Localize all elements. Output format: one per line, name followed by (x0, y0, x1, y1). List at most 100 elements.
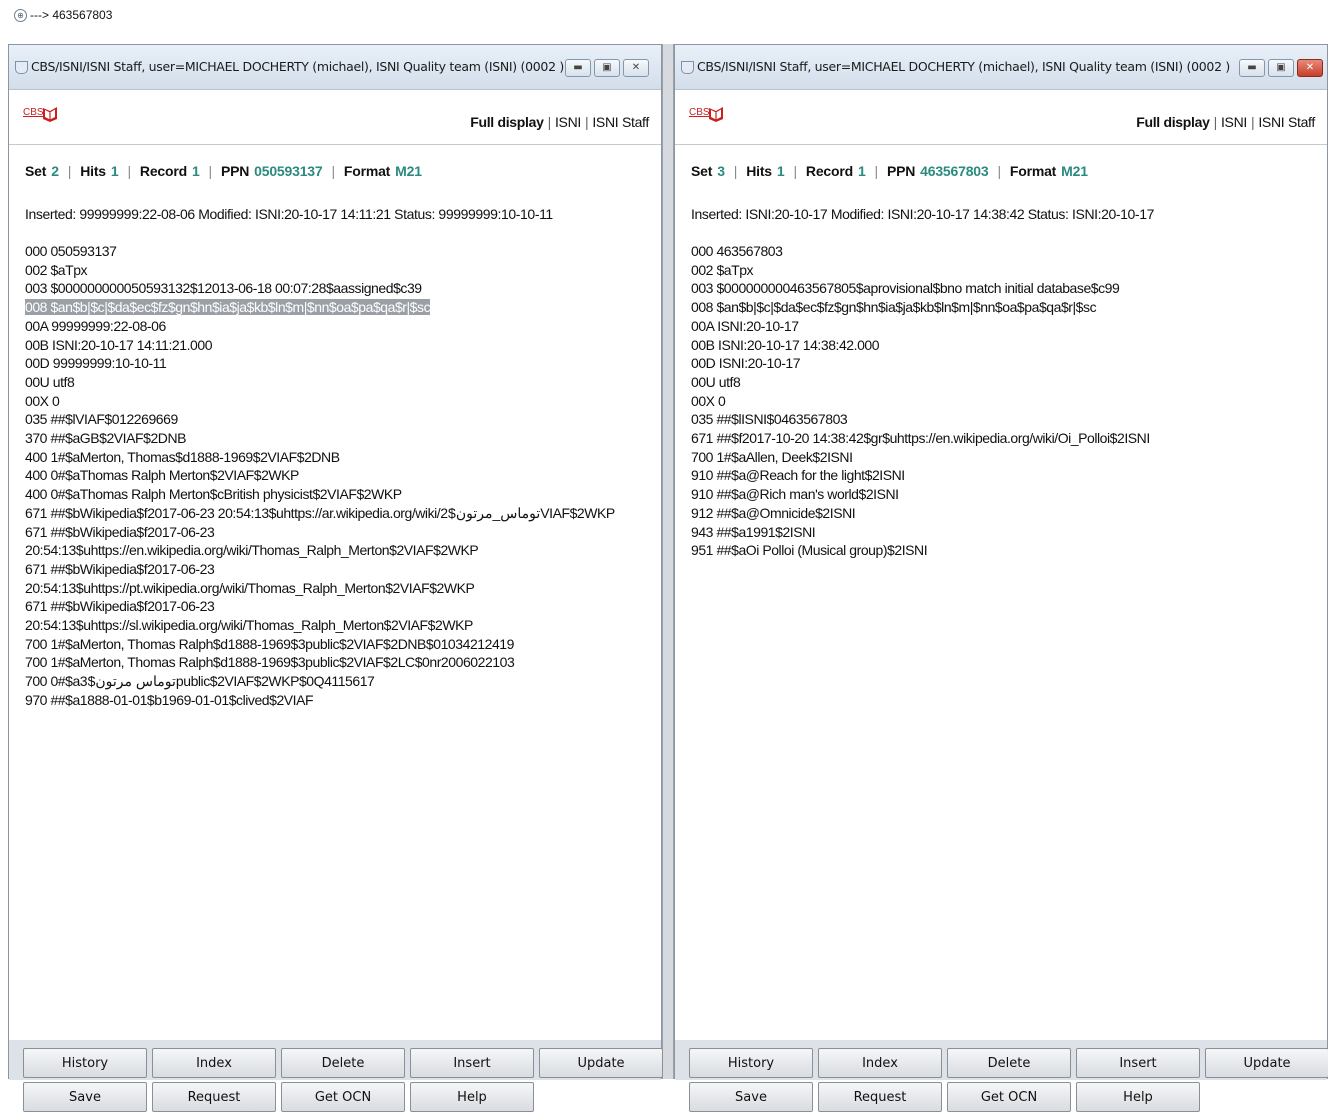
display-header: CBS Full display | ISNI | ISNI Staff (675, 90, 1327, 145)
record-field-line[interactable]: 20:54:13$uhttps://pt.wikipedia.org/wiki/… (25, 579, 653, 598)
command-bar: ⊕ ---> 463567803 (0, 0, 1328, 44)
delete-button[interactable]: Delete (947, 1048, 1071, 1078)
record-display: CBS Full display | ISNI | ISNI Staff Set 3 | Hi… (675, 90, 1327, 1040)
record-field-line[interactable]: 00X 0 (691, 392, 1319, 411)
insert-button[interactable]: Insert (1076, 1048, 1200, 1078)
record-field-text: 671 ##$bWikipedia$f2017-06-23 (25, 598, 215, 615)
record-field-line[interactable]: 00X 0 (25, 392, 653, 411)
save-button[interactable]: Save (689, 1082, 813, 1112)
record-field-line[interactable]: 00D 99999999:10-10-11 (25, 354, 653, 373)
help-button[interactable]: Help (410, 1082, 534, 1112)
record-field-line[interactable]: 700 1#$aMerton, Thomas Ralph$d1888-1969$… (25, 653, 653, 672)
record-field-line[interactable]: 370 ##$aGB$2VIAF$2DNB (25, 429, 653, 448)
update-button[interactable]: Update (1205, 1048, 1328, 1078)
window-titlebar[interactable]: CBS/ISNI/ISNI Staff, user=MICHAEL DOCHER… (9, 45, 661, 90)
nav-isni-staff[interactable]: ISNI Staff (592, 114, 649, 130)
delete-button[interactable]: Delete (281, 1048, 405, 1078)
nav-isni-staff[interactable]: ISNI Staff (1258, 114, 1315, 130)
record-status-line: Set 3 | Hits 1 | Record 1 | PPN 463567803 | Format M2… (691, 163, 1088, 179)
record-field-line[interactable]: 943 ##$a1991$2ISNI (691, 523, 1319, 542)
history-button[interactable]: History (23, 1048, 147, 1078)
command-readout[interactable]: ⊕ ---> 463567803 (14, 8, 112, 22)
help-button[interactable]: Help (1076, 1082, 1200, 1112)
update-button[interactable]: Update (539, 1048, 663, 1078)
split-divider[interactable] (662, 44, 674, 1079)
record-field-text: 00D 99999999:10-10-11 (25, 355, 167, 372)
record-field-line[interactable]: 00A ISNI:20-10-17 (691, 317, 1319, 336)
record-field-line[interactable]: 00A 99999999:22-08-06 (25, 317, 653, 336)
record-field-line[interactable]: 003 $000000000050593132$12013-06-18 00:0… (25, 279, 653, 298)
minimize-icon[interactable]: ▬ (1239, 59, 1265, 77)
window-titlebar[interactable]: CBS/ISNI/ISNI Staff, user=MICHAEL DOCHER… (675, 45, 1327, 90)
record-field-line[interactable]: 000 050593137 (25, 242, 653, 261)
window-controls: ▬ ▣ ✕ (565, 59, 649, 77)
record-field-line[interactable]: 20:54:13$uhttps://sl.wikipedia.org/wiki/… (25, 616, 653, 635)
request-button[interactable]: Request (818, 1082, 942, 1112)
record-field-line[interactable]: 008 $an$b|$c|$da$ec$fz$gn$hn$ia$ja$kb$ln… (691, 298, 1319, 317)
record-field-line[interactable]: 671 ##$bWikipedia$f2017-06-23 (25, 523, 653, 542)
record-field-line[interactable]: 002 $aTpx (691, 261, 1319, 280)
record-field-line[interactable]: 400 0#$aThomas Ralph Merton$cBritish phy… (25, 485, 653, 504)
record-field-text: 003 $000000000050593132$12013-06-18 00:0… (25, 280, 422, 297)
maximize-icon[interactable]: ▣ (1268, 59, 1294, 77)
record-field-text: 002 $aTpx (691, 261, 754, 278)
record-field-text: 400 1#$aMerton, Thomas$d1888-1969$2VIAF$… (25, 448, 340, 465)
record-field-line[interactable]: 910 ##$a@Rich man's world$2ISNI (691, 485, 1319, 504)
record-field-line[interactable]: 671 ##$bWikipedia$f2017-06-23 20:54:13$u… (25, 504, 653, 523)
record-field-line[interactable]: 671 ##$bWikipedia$f2017-06-23 (25, 597, 653, 616)
cbs-logo-icon: CBS (689, 107, 723, 122)
get-ocn-button[interactable]: Get OCN (947, 1082, 1071, 1112)
record-field-line[interactable]: 000 463567803 (691, 242, 1319, 261)
get-ocn-button[interactable]: Get OCN (281, 1082, 405, 1112)
record-field-line[interactable]: 700 1#$aMerton, Thomas Ralph$d1888-1969$… (25, 635, 653, 654)
nav-full-display[interactable]: Full display (470, 114, 544, 130)
record-field-line[interactable]: 671 ##$f2017-10-20 14:38:42$gr$uhttps://… (691, 429, 1319, 448)
nav-full-display[interactable]: Full display (1136, 114, 1210, 130)
command-text: ---> 463567803 (30, 8, 113, 22)
record-field-line[interactable]: 700 1#$aAllen, Deek$2ISNI (691, 448, 1319, 467)
minimize-icon[interactable]: ▬ (565, 59, 591, 77)
request-button[interactable]: Request (152, 1082, 276, 1112)
nav-isni[interactable]: ISNI (1221, 114, 1247, 130)
record-field-line[interactable]: 003 $000000000463567805$aprovisional$bno… (691, 279, 1319, 298)
record-field-line[interactable]: 951 ##$aOi Polloi (Musical group)$2ISNI (691, 541, 1319, 560)
format-label: Format (1009, 163, 1057, 179)
record-field-line[interactable]: 00U utf8 (25, 373, 653, 392)
maximize-icon[interactable]: ▣ (594, 59, 620, 77)
record-field-line[interactable]: 671 ##$bWikipedia$f2017-06-23 (25, 560, 653, 579)
index-button[interactable]: Index (818, 1048, 942, 1078)
nav-isni[interactable]: ISNI (555, 114, 581, 130)
insert-button[interactable]: Insert (410, 1048, 534, 1078)
record-field-line[interactable]: 400 0#$aThomas Ralph Merton$2VIAF$2WKP (25, 466, 653, 485)
record-fields[interactable]: 000 050593137 002 $aTpx 003 $0000000000505… (25, 242, 653, 710)
record-info: Inserted: 99999999:22-08-06 Modified: IS… (25, 206, 553, 222)
record-field-line[interactable]: 970 ##$a1888-01-01$b1969-01-01$clived$2V… (25, 691, 653, 710)
close-icon[interactable]: ✕ (623, 59, 649, 77)
save-button[interactable]: Save (23, 1082, 147, 1112)
history-button[interactable]: History (689, 1048, 813, 1078)
record-field-line[interactable]: 00B ISNI:20-10-17 14:38:42.000 (691, 336, 1319, 355)
record-field-line[interactable]: 912 ##$a@Omnicide$2ISNI (691, 504, 1319, 523)
close-icon[interactable]: ✕ (1297, 59, 1323, 77)
svg-text:CBS: CBS (689, 107, 710, 118)
record-field-line[interactable]: 400 1#$aMerton, Thomas$d1888-1969$2VIAF$… (25, 448, 653, 467)
record-field-line[interactable]: 00B ISNI:20-10-17 14:11:21.000 (25, 336, 653, 355)
record-field-line[interactable]: 035 ##$lVIAF$012269669 (25, 410, 653, 429)
cbs-logo-icon: CBS (23, 107, 57, 122)
record-field-line[interactable]: 002 $aTpx (25, 261, 653, 280)
record-field-line[interactable]: 035 ##$lISNI$0463567803 (691, 410, 1319, 429)
record-field-line[interactable]: 20:54:13$uhttps://en.wikipedia.org/wiki/… (25, 541, 653, 560)
record-field-line[interactable]: 700 0#$aتوماس مرتون$3public$2VIAF$2WKP$0… (25, 672, 653, 691)
window-title: CBS/ISNI/ISNI Staff, user=MICHAEL DOCHER… (697, 59, 1230, 74)
record-field-text: 671 ##$bWikipedia$f2017-06-23 20:54:13$u… (25, 504, 615, 521)
record-field-line[interactable]: 00D ISNI:20-10-17 (691, 354, 1319, 373)
index-button[interactable]: Index (152, 1048, 276, 1078)
record-field-line[interactable]: 008 $an$b|$c|$da$ec$fz$gn$hn$ia$ja$kb$ln… (25, 298, 653, 317)
hits-label: Hits (746, 163, 772, 179)
record-field-text: 20:54:13$uhttps://pt.wikipedia.org/wiki/… (25, 579, 475, 596)
record-fields[interactable]: 000 463567803 002 $aTpx 003 $0000000004635… (691, 242, 1319, 560)
record-field-text: 951 ##$aOi Polloi (Musical group)$2ISNI (691, 542, 928, 559)
record-field-line[interactable]: 910 ##$a@Reach for the light$2ISNI (691, 466, 1319, 485)
record-field-text: 370 ##$aGB$2VIAF$2DNB (25, 430, 186, 447)
record-field-line[interactable]: 00U utf8 (691, 373, 1319, 392)
